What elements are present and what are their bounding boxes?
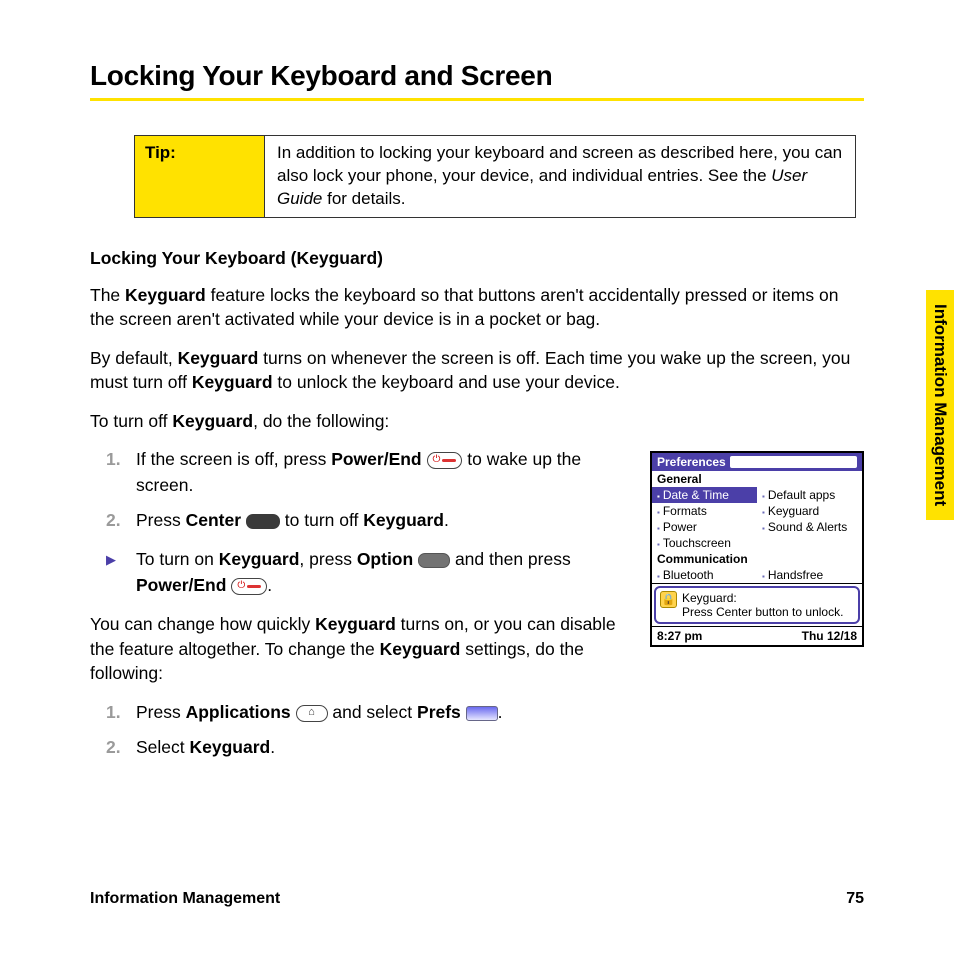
device-section-communication: Communication — [652, 551, 862, 567]
device-item: Formats — [652, 503, 757, 519]
applications-icon — [296, 705, 328, 722]
bold: Keyguard — [190, 737, 271, 757]
text: To turn off — [90, 411, 172, 431]
text: . — [267, 575, 272, 595]
text: . — [444, 510, 449, 530]
paragraph-2: By default, Keyguard turns on whenever t… — [90, 346, 864, 395]
bold: Keyguard — [315, 614, 396, 634]
step-item: 1. Press Applications and select Prefs . — [136, 700, 626, 725]
device-status-bar: 8:27 pm Thu 12/18 — [652, 627, 862, 645]
step-number: 2. — [106, 508, 121, 533]
text: Press Center button to unlock. — [682, 605, 843, 619]
text: By default, — [90, 348, 178, 368]
text: If the screen is off, press — [136, 449, 331, 469]
paragraph-3: To turn off Keyguard, do the following: — [90, 409, 864, 434]
bold: Keyguard — [178, 348, 259, 368]
tip-box: Tip: In addition to locking your keyboar… — [134, 135, 856, 218]
preferences-screenshot: Preferences General Date & Time Default … — [650, 451, 864, 647]
device-section-general: General — [652, 471, 862, 487]
device-item: Bluetooth — [652, 567, 757, 583]
tip-text-after: for details. — [322, 189, 405, 208]
bullet-list: ▶ To turn on Keyguard, press Option and … — [90, 547, 626, 598]
text: . — [270, 737, 275, 757]
step-number: 1. — [106, 447, 121, 472]
text: . — [498, 702, 503, 722]
center-button-icon — [246, 514, 280, 529]
device-date: Thu 12/18 — [802, 629, 857, 643]
device-time: 8:27 pm — [657, 629, 702, 643]
sub-heading: Locking Your Keyboard (Keyguard) — [90, 248, 864, 269]
text: , do the following: — [253, 411, 389, 431]
footer-page-number: 75 — [846, 890, 864, 908]
text: Keyguard: — [682, 591, 737, 605]
device-item: Power — [652, 519, 757, 535]
step-item: 2. Press Center to turn off Keyguard. — [136, 508, 626, 533]
device-communication-grid: Bluetooth Handsfree — [652, 567, 862, 583]
footer-section: Information Management — [90, 890, 280, 908]
bold: Option — [357, 549, 413, 569]
text: , press — [299, 549, 356, 569]
device-item: Default apps — [757, 487, 862, 503]
tip-body: In addition to locking your keyboard and… — [265, 136, 855, 217]
device-general-grid: Date & Time Default apps Formats Keyguar… — [652, 487, 862, 551]
device-item-selected: Date & Time — [652, 487, 757, 503]
device-item: Sound & Alerts — [757, 519, 862, 535]
bold: Center — [186, 510, 241, 530]
text: and then press — [455, 549, 571, 569]
bold: Prefs — [417, 702, 461, 722]
option-button-icon — [418, 553, 450, 568]
step-item: 2. Select Keyguard. — [136, 735, 626, 760]
page-footer: Information Management 75 — [90, 890, 864, 908]
device-divider — [652, 583, 862, 584]
device-item: Handsfree — [757, 567, 862, 583]
page-heading: Locking Your Keyboard and Screen — [90, 60, 864, 92]
bullet-item: ▶ To turn on Keyguard, press Option and … — [136, 547, 626, 598]
device-title-spacer — [730, 456, 857, 468]
bold: Keyguard — [125, 285, 206, 305]
device-title-text: Preferences — [657, 455, 726, 469]
step-number: 1. — [106, 700, 121, 725]
device-keyguard-dialog: 🔒 Keyguard: Press Center button to unloc… — [654, 586, 860, 624]
device-lock-text: Keyguard: Press Center button to unlock. — [682, 591, 843, 619]
bold: Keyguard — [219, 549, 300, 569]
lock-icon: 🔒 — [660, 591, 677, 608]
paragraph-4: You can change how quickly Keyguard turn… — [90, 612, 626, 686]
step-item: 1. If the screen is off, press Power/End… — [136, 447, 626, 498]
power-end-icon — [231, 578, 267, 595]
text: The — [90, 285, 125, 305]
heading-rule — [90, 98, 864, 101]
bold: Keyguard — [192, 372, 273, 392]
steps-list-1: 1. If the screen is off, press Power/End… — [90, 447, 626, 533]
text: To turn on — [136, 549, 219, 569]
device-item: Keyguard — [757, 503, 862, 519]
paragraph-1: The Keyguard feature locks the keyboard … — [90, 283, 864, 332]
bold: Keyguard — [363, 510, 444, 530]
text: Press — [136, 510, 186, 530]
text: to turn off — [285, 510, 363, 530]
prefs-icon — [466, 706, 498, 721]
bold: Applications — [186, 702, 291, 722]
bold: Power/End — [136, 575, 226, 595]
power-end-icon — [427, 452, 463, 469]
side-tab: Information Management — [926, 290, 954, 520]
bold: Keyguard — [172, 411, 253, 431]
device-item: Touchscreen — [652, 535, 757, 551]
text: to unlock the keyboard and use your devi… — [273, 372, 620, 392]
tip-text-before: In addition to locking your keyboard and… — [277, 143, 842, 185]
bullet-arrow-icon: ▶ — [106, 551, 116, 570]
text: Press — [136, 702, 186, 722]
text: You can change how quickly — [90, 614, 315, 634]
step-number: 2. — [106, 735, 121, 760]
bold: Keyguard — [380, 639, 461, 659]
text: and select — [332, 702, 417, 722]
text: Select — [136, 737, 190, 757]
steps-list-2: 1. Press Applications and select Prefs .… — [90, 700, 626, 761]
bold: Power/End — [331, 449, 421, 469]
tip-label: Tip: — [135, 136, 265, 217]
device-titlebar: Preferences — [652, 453, 862, 471]
